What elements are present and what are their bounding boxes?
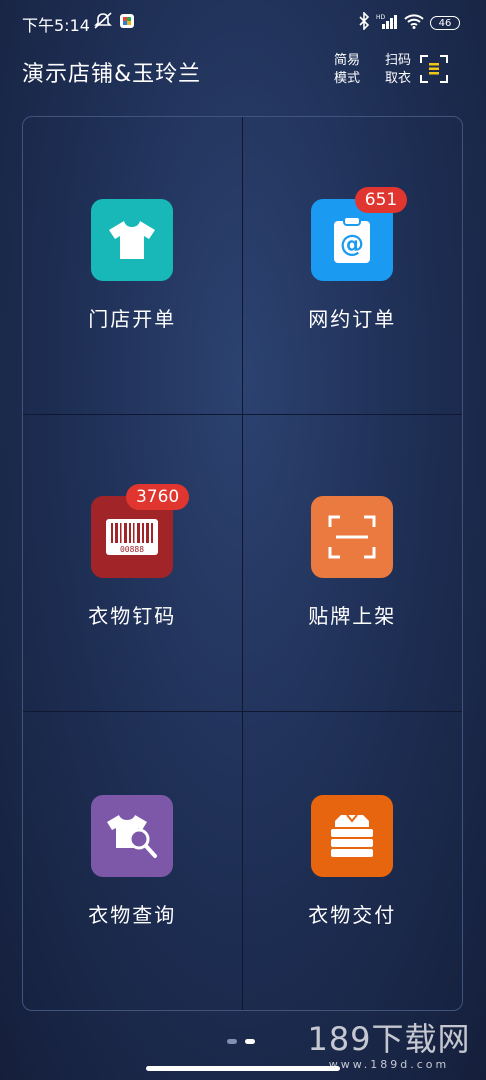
watermark-main: 189下载网 <box>307 1020 471 1058</box>
status-time: 下午5:14 <box>22 16 90 35</box>
app-notification-icon <box>119 13 135 33</box>
function-grid: 门店开单 @ 651 网约订单 00888 3760 衣物钉码 贴牌上架 衣物查… <box>22 116 463 1011</box>
page-dot-active[interactable] <box>245 1039 255 1044</box>
scan-qr-icon[interactable] <box>419 54 449 84</box>
svg-text:@: @ <box>340 230 364 258</box>
bluetooth-icon <box>358 11 370 34</box>
home-indicator[interactable] <box>146 1066 340 1071</box>
tile-store-order[interactable]: 门店开单 <box>23 117 243 415</box>
tshirt-icon <box>91 198 174 281</box>
watermark: 189下载网 www.189d.com <box>304 1014 474 1071</box>
status-bar: 下午5:14 HD 46 <box>0 0 486 44</box>
tag-count-badge: 3760 <box>125 484 190 511</box>
tile-garment-search[interactable]: 衣物查询 <box>23 712 243 1010</box>
tile-online-orders[interactable]: @ 651 网约订单 <box>242 117 462 415</box>
wifi-icon <box>404 13 424 33</box>
tile-label: 衣物钉码 <box>88 604 177 629</box>
tile-label: 贴牌上架 <box>308 604 397 629</box>
tile-label: 网约订单 <box>308 306 397 331</box>
tile-garment-delivery[interactable]: 衣物交付 <box>243 712 463 1010</box>
tile-label: 衣物交付 <box>308 902 397 927</box>
tile-label: 门店开单 <box>88 306 177 331</box>
shop-title: 演示店铺&玉玲兰 <box>22 62 202 87</box>
page-indicator <box>227 1039 255 1044</box>
scan-pickup-button[interactable]: 扫码 取衣 <box>383 52 413 88</box>
page-dot[interactable] <box>227 1039 237 1044</box>
tile-label: 衣物查询 <box>88 902 177 927</box>
tile-label-shelving[interactable]: 贴牌上架 <box>242 415 462 713</box>
clipboard-at-icon: @ 651 <box>311 186 408 281</box>
scan-frame-icon <box>311 496 394 579</box>
signal-icon: HD <box>376 13 398 33</box>
barcode-number: 00888 <box>120 545 144 554</box>
svg-text:HD: HD <box>376 14 386 21</box>
battery-indicator: 46 <box>430 16 460 30</box>
simple-mode-button[interactable]: 简易 模式 <box>332 52 362 88</box>
tile-garment-tagging[interactable]: 00888 3760 衣物钉码 <box>23 414 243 713</box>
app-header: 演示店铺&玉玲兰 简易 模式 扫码 取衣 <box>0 44 486 104</box>
shirt-search-icon <box>91 794 174 877</box>
folded-clothes-icon <box>311 794 394 877</box>
order-count-badge: 651 <box>354 186 408 213</box>
barcode-tag-icon: 00888 3760 <box>91 484 190 579</box>
notification-muted-icon <box>93 12 113 34</box>
